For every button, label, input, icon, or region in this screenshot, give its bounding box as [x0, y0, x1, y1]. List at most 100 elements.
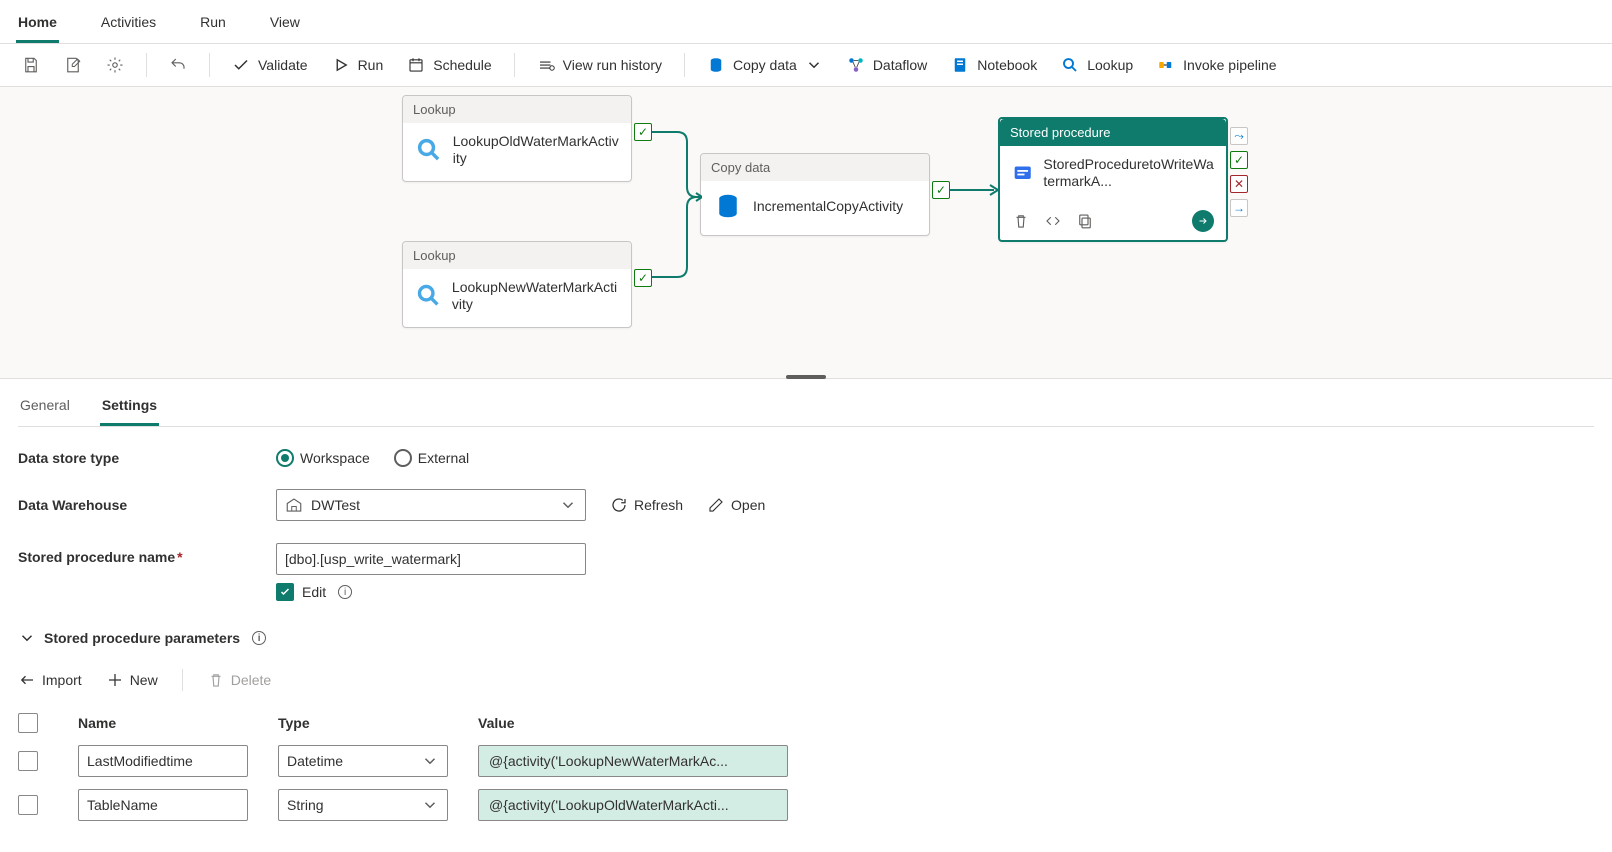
node-stored-procedure[interactable]: Stored procedure StoredProceduretoWriteW…: [998, 117, 1228, 242]
success-port[interactable]: ✓: [634, 123, 652, 141]
tab-general[interactable]: General: [18, 387, 72, 426]
node-action-bar: [1000, 204, 1226, 240]
menu-tab-home[interactable]: Home: [16, 8, 59, 43]
param-value-input[interactable]: @{activity('LookupOldWaterMarkActi...: [478, 789, 788, 821]
sproc-name-label: Stored procedure name*: [18, 543, 276, 565]
view-run-history-button[interactable]: View run history: [529, 52, 670, 78]
col-type: Type: [278, 715, 478, 731]
delete-icon: [207, 671, 225, 689]
node-port[interactable]: ✓: [634, 269, 652, 287]
copy-data-button[interactable]: Copy data: [699, 52, 831, 78]
param-table-header: Name Type Value: [18, 707, 1258, 739]
node-port[interactable]: ✓: [932, 181, 950, 199]
params-section-header[interactable]: Stored procedure parameters i: [18, 629, 1594, 647]
menu-tab-activities[interactable]: Activities: [99, 8, 158, 43]
select-all-checkbox[interactable]: [18, 713, 38, 733]
node-type-label: Lookup: [403, 96, 631, 123]
panel-resize-handle[interactable]: [786, 375, 826, 379]
import-icon: [18, 671, 36, 689]
separator: [684, 53, 685, 77]
connector: [652, 127, 702, 207]
param-row: LastModifiedtime Datetime @{activity('Lo…: [18, 739, 1258, 783]
node-lookup-old-watermark[interactable]: Lookup LookupOldWaterMarkActivity: [402, 95, 632, 182]
edit-icon: [707, 496, 725, 514]
node-incremental-copy[interactable]: Copy data IncrementalCopyActivity: [700, 153, 930, 236]
copy-icon[interactable]: [1076, 212, 1094, 230]
data-warehouse-select[interactable]: DWTest: [276, 489, 586, 521]
radio-external[interactable]: External: [394, 449, 469, 467]
toolbar: Validate Run Schedule View run history C…: [0, 44, 1612, 87]
separator: [146, 53, 147, 77]
save-button[interactable]: [14, 52, 48, 78]
param-name-input[interactable]: TableName: [78, 789, 248, 821]
param-value-input[interactable]: @{activity('LookupNewWaterMarkAc...: [478, 745, 788, 777]
code-icon[interactable]: [1044, 212, 1062, 230]
invoke-pipeline-button[interactable]: Invoke pipeline: [1149, 52, 1284, 78]
radio-workspace[interactable]: Workspace: [276, 449, 370, 467]
dataflow-label: Dataflow: [873, 57, 927, 73]
dataflow-button[interactable]: Dataflow: [839, 52, 935, 78]
delete-button[interactable]: Delete: [207, 671, 271, 689]
success-port[interactable]: ✓: [932, 181, 950, 199]
connector: [950, 182, 1000, 202]
fail-port[interactable]: ✕: [1230, 175, 1248, 193]
import-label: Import: [42, 672, 82, 688]
canvas[interactable]: Lookup LookupOldWaterMarkActivity ✓ Look…: [0, 87, 1612, 379]
sproc-name-label-text: Stored procedure name: [18, 549, 175, 565]
chevron-down-icon: [559, 496, 577, 514]
info-icon[interactable]: i: [252, 631, 266, 645]
menu-tab-run[interactable]: Run: [198, 8, 228, 43]
sproc-name-value: [dbo].[usp_write_watermark]: [285, 551, 461, 567]
row-checkbox[interactable]: [18, 795, 38, 815]
node-type-label: Lookup: [403, 242, 631, 269]
run-label: Run: [358, 57, 384, 73]
skip-port[interactable]: ⤳: [1230, 127, 1248, 145]
separator: [182, 669, 183, 691]
schedule-label: Schedule: [433, 57, 491, 73]
delete-icon[interactable]: [1012, 212, 1030, 230]
schedule-button[interactable]: Schedule: [399, 52, 499, 78]
new-button[interactable]: New: [106, 671, 158, 689]
param-type-select[interactable]: String: [278, 789, 448, 821]
tab-settings[interactable]: Settings: [100, 387, 159, 426]
open-label: Open: [731, 497, 765, 513]
validate-label: Validate: [258, 57, 308, 73]
completion-port[interactable]: →: [1230, 199, 1248, 217]
node-lookup-new-watermark[interactable]: Lookup LookupNewWaterMarkActivity: [402, 241, 632, 328]
success-port[interactable]: ✓: [634, 269, 652, 287]
run-node-button[interactable]: [1192, 210, 1214, 232]
node-type-label: Stored procedure: [1000, 119, 1226, 146]
row-checkbox[interactable]: [18, 751, 38, 771]
undo-button[interactable]: [161, 52, 195, 78]
param-name-input[interactable]: LastModifiedtime: [78, 745, 248, 777]
menu-tab-view[interactable]: View: [268, 8, 302, 43]
calendar-icon: [407, 56, 425, 74]
open-button[interactable]: Open: [707, 496, 765, 514]
settings-button[interactable]: [98, 52, 132, 78]
import-button[interactable]: Import: [18, 671, 82, 689]
chevron-down-icon: [18, 629, 36, 647]
node-port[interactable]: ✓: [634, 123, 652, 141]
param-type-value: Datetime: [287, 753, 343, 769]
view-run-history-label: View run history: [563, 57, 662, 73]
dataflow-icon: [847, 56, 865, 74]
info-icon[interactable]: i: [338, 585, 352, 599]
validate-button[interactable]: Validate: [224, 52, 316, 78]
data-store-type-label: Data store type: [18, 450, 276, 466]
check-icon: [232, 56, 250, 74]
run-button[interactable]: Run: [324, 52, 392, 78]
database-icon: [707, 56, 725, 74]
save-as-button[interactable]: [56, 52, 90, 78]
new-label: New: [130, 672, 158, 688]
pipeline-icon: [1157, 56, 1175, 74]
success-port[interactable]: ✓: [1230, 151, 1248, 169]
copy-data-label: Copy data: [733, 57, 797, 73]
param-actions: Import New Delete: [18, 669, 1594, 691]
edit-checkbox[interactable]: [276, 583, 294, 601]
refresh-button[interactable]: Refresh: [610, 496, 683, 514]
invoke-pipeline-label: Invoke pipeline: [1183, 57, 1276, 73]
notebook-button[interactable]: Notebook: [943, 52, 1045, 78]
sproc-name-input[interactable]: [dbo].[usp_write_watermark]: [276, 543, 586, 575]
param-type-select[interactable]: Datetime: [278, 745, 448, 777]
lookup-button[interactable]: Lookup: [1053, 52, 1141, 78]
